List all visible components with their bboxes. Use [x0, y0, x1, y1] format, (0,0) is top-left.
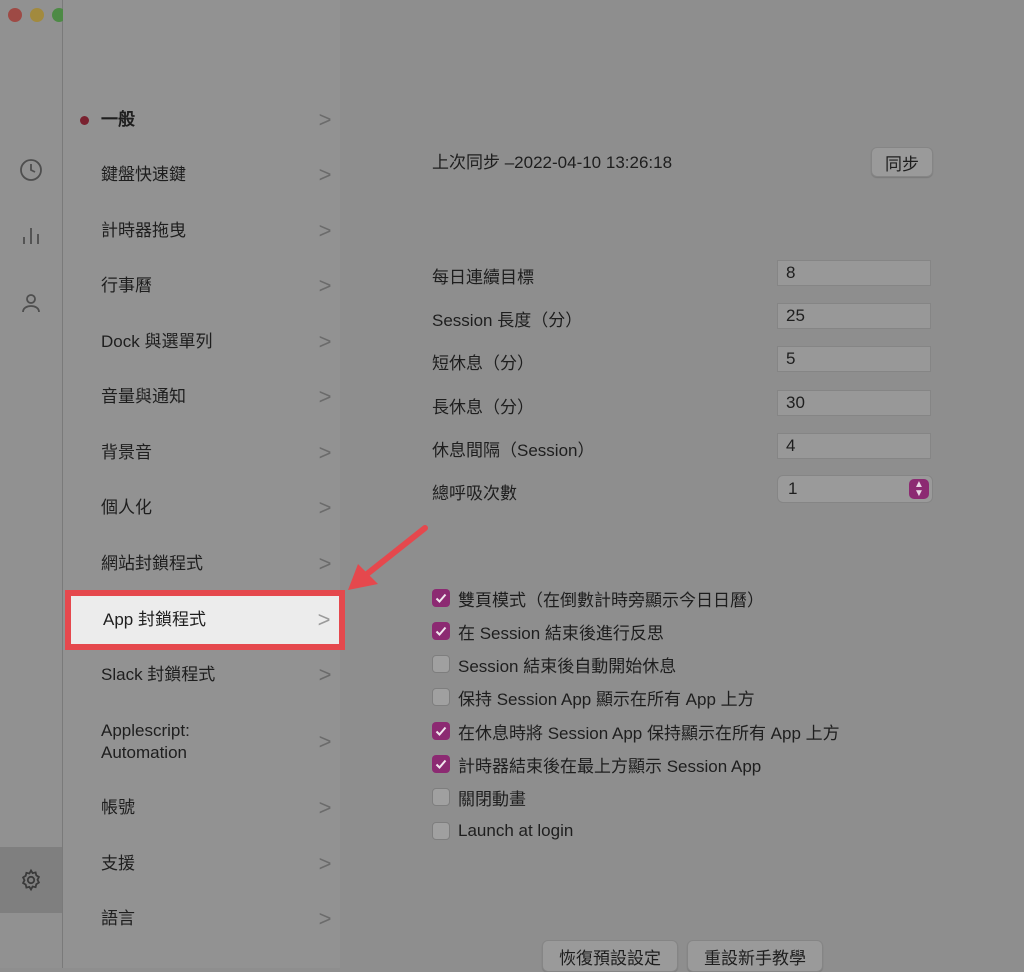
menu-item-label: 語言 — [101, 909, 135, 928]
menu-item-label: 背景音 — [101, 443, 152, 462]
keep-on-top-toggle[interactable]: 保持 Session App 顯示在所有 App 上方 — [432, 685, 755, 709]
reset-defaults-button[interactable]: 恢復預設設定 — [542, 940, 678, 972]
show-on-finish-toggle[interactable]: 計時器結束後在最上方顯示 Session App — [432, 752, 761, 776]
chevron-right-icon: > — [318, 851, 332, 876]
checkbox-unchecked[interactable] — [432, 655, 450, 673]
chevron-right-icon: > — [318, 218, 332, 243]
general-settings-panel: 上次同步 –2022-04-10 13:26:18 同步 每日連續目標 8 Se… — [341, 0, 1024, 972]
checkbox-label: 在 Session 結束後進行反思 — [458, 623, 664, 643]
chevron-right-icon: > — [318, 162, 332, 187]
chevron-right-icon: > — [318, 329, 332, 354]
menu-item-label: 一般 — [101, 110, 135, 129]
menu-item-general[interactable]: 一般 > — [63, 96, 340, 144]
launch-at-login-toggle[interactable]: Launch at login — [432, 819, 573, 843]
chevron-right-icon: > — [318, 384, 332, 409]
stats-icon[interactable] — [0, 214, 62, 258]
chevron-right-icon: > — [318, 273, 332, 298]
chevron-right-icon: > — [317, 607, 331, 632]
breath-count-value: 1 — [788, 479, 798, 498]
sync-button[interactable]: 同步 — [871, 147, 933, 177]
breath-count-label: 總呼吸次數 — [432, 484, 517, 503]
break-interval-label: 休息間隔（Session） — [432, 441, 595, 460]
chevron-right-icon: > — [318, 662, 332, 687]
menu-item-label: 計時器拖曳 — [101, 221, 186, 240]
checkbox-label: 關閉動畫 — [458, 789, 526, 809]
chevron-updown-icon: ▲ ▼ — [909, 479, 929, 499]
settings-menu: 一般 > 鍵盤快速鍵 > 計時器拖曳 > 行事曆 > Dock 與選單列 > 音… — [63, 0, 345, 968]
chevron-right-icon: > — [318, 729, 332, 754]
menu-item-label: 音量與通知 — [101, 387, 186, 406]
chevron-right-icon: > — [318, 495, 332, 520]
reflection-toggle[interactable]: 在 Session 結束後進行反思 — [432, 619, 664, 643]
break-on-top-toggle[interactable]: 在休息時將 Session App 保持顯示在所有 App 上方 — [432, 719, 840, 743]
checkbox-unchecked[interactable] — [432, 688, 450, 706]
chevron-right-icon: > — [318, 107, 332, 132]
menu-item-app-blocker[interactable]: App 封鎖程式 > — [65, 590, 345, 650]
chevron-right-icon: > — [318, 440, 332, 465]
last-sync-text: 上次同步 –2022-04-10 13:26:18 — [432, 153, 673, 172]
menu-item-label: Applescript: Automation — [101, 721, 190, 762]
menu-item-account[interactable]: 帳號 > — [63, 784, 340, 832]
auto-break-toggle[interactable]: Session 結束後自動開始休息 — [432, 652, 676, 676]
breath-count-select[interactable]: 1 ▲ ▼ — [777, 475, 933, 503]
menu-item-website-blocker[interactable]: 網站封鎖程式 > — [63, 540, 340, 588]
checkbox-label: 在休息時將 Session App 保持顯示在所有 App 上方 — [458, 723, 840, 743]
menu-item-personalize[interactable]: 個人化 > — [63, 484, 340, 532]
menu-item-applescript[interactable]: Applescript: Automation > — [63, 710, 340, 774]
menu-item-label: 行事曆 — [101, 276, 152, 295]
chevron-right-icon: > — [318, 906, 332, 931]
checkbox-label: 雙頁模式（在倒數計時旁顯示今日日曆） — [458, 590, 764, 610]
dual-page-toggle[interactable]: 雙頁模式（在倒數計時旁顯示今日日曆） — [432, 586, 764, 610]
menu-item-shortcuts[interactable]: 鍵盤快速鍵 > — [63, 151, 340, 199]
checkbox-unchecked[interactable] — [432, 788, 450, 806]
session-length-label: Session 長度（分） — [432, 311, 583, 330]
chevron-right-icon: > — [318, 795, 332, 820]
daily-goal-field[interactable]: 8 — [777, 260, 931, 286]
checkbox-label: 保持 Session App 顯示在所有 App 上方 — [458, 689, 755, 709]
checkbox-unchecked[interactable] — [432, 822, 450, 840]
checkbox-checked[interactable] — [432, 722, 450, 740]
menu-item-dock[interactable]: Dock 與選單列 > — [63, 318, 340, 366]
menu-item-label: Dock 與選單列 — [101, 332, 213, 351]
checkbox-label: 計時器結束後在最上方顯示 Session App — [458, 756, 762, 776]
menu-item-label: App 封鎖程式 — [103, 610, 206, 629]
menu-item-timer-drag[interactable]: 計時器拖曳 > — [63, 207, 340, 255]
menu-item-label: 網站封鎖程式 — [101, 554, 203, 573]
reset-tutorial-button[interactable]: 重設新手教學 — [687, 940, 823, 972]
clock-icon[interactable] — [0, 148, 62, 192]
icon-rail — [0, 0, 66, 968]
checkbox-checked[interactable] — [432, 589, 450, 607]
minimize-button[interactable] — [30, 8, 44, 22]
long-break-label: 長休息（分） — [432, 398, 534, 417]
short-break-field[interactable]: 5 — [777, 346, 931, 372]
checkbox-label: Launch at login — [458, 821, 574, 840]
menu-item-label: 鍵盤快速鍵 — [101, 165, 186, 184]
session-length-field[interactable]: 25 — [777, 303, 931, 329]
close-button[interactable] — [8, 8, 22, 22]
menu-item-slack-blocker[interactable]: Slack 封鎖程式 > — [63, 651, 340, 699]
menu-item-support[interactable]: 支援 > — [63, 840, 340, 888]
short-break-label: 短休息（分） — [432, 354, 534, 373]
menu-item-label: Slack 封鎖程式 — [101, 665, 216, 684]
menu-item-label: 支援 — [101, 854, 135, 873]
menu-item-label: 帳號 — [101, 798, 135, 817]
window-controls — [8, 8, 66, 22]
break-interval-field[interactable]: 4 — [777, 433, 931, 459]
daily-goal-label: 每日連續目標 — [432, 268, 534, 287]
menu-item-calendar[interactable]: 行事曆 > — [63, 262, 340, 310]
checkbox-label: Session 結束後自動開始休息 — [458, 656, 677, 676]
menu-item-label: 個人化 — [101, 498, 152, 517]
menu-item-language[interactable]: 語言 > — [63, 895, 340, 943]
checkbox-checked[interactable] — [432, 622, 450, 640]
selected-indicator — [80, 115, 89, 125]
checkbox-checked[interactable] — [432, 755, 450, 773]
menu-item-sound[interactable]: 音量與通知 > — [63, 373, 340, 421]
gear-icon[interactable] — [0, 847, 62, 913]
user-icon[interactable] — [0, 281, 62, 325]
menu-item-ambient[interactable]: 背景音 > — [63, 429, 340, 477]
long-break-field[interactable]: 30 — [777, 390, 931, 416]
disable-animation-toggle[interactable]: 關閉動畫 — [432, 785, 526, 809]
chevron-right-icon: > — [318, 551, 332, 576]
